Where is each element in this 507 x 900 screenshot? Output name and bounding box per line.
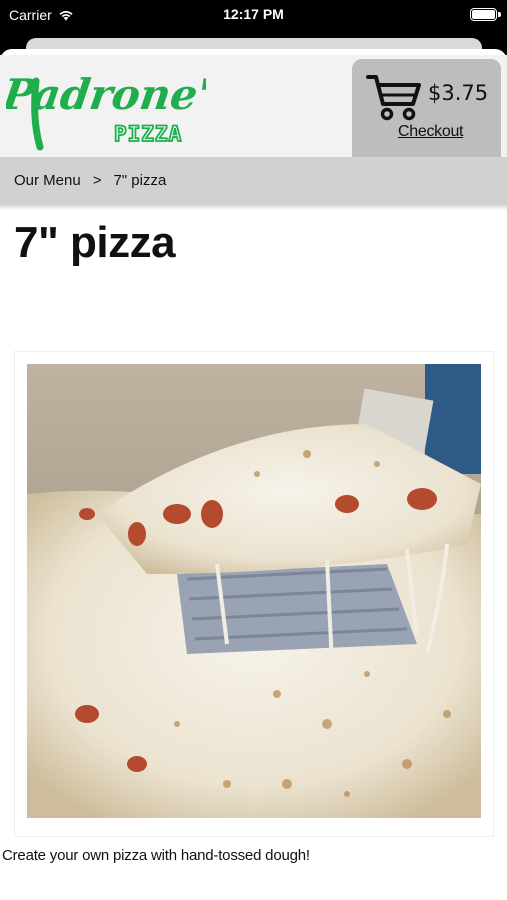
site-header: Padrone's PIZZA $3.75 Checkout — [0, 55, 507, 157]
product-image-frame — [14, 351, 494, 837]
breadcrumb-our-menu[interactable]: Our Menu — [14, 172, 81, 189]
checkout-link[interactable]: Checkout — [398, 123, 464, 141]
product-description: Create your own pizza with hand-tossed d… — [2, 847, 310, 864]
pizza-photo — [27, 364, 481, 818]
shopping-cart-icon[interactable] — [366, 73, 422, 121]
cart-total: $3.75 — [428, 81, 489, 105]
breadcrumb-shadow — [0, 204, 507, 210]
logo-sub-text: PIZZA — [114, 122, 182, 146]
padrones-pizza-logo[interactable]: Padrone's PIZZA — [6, 59, 206, 151]
breadcrumb-separator: > — [92, 172, 102, 189]
page-title: 7" pizza — [14, 218, 176, 267]
breadcrumb-current: 7" pizza — [113, 172, 167, 189]
battery-icon — [470, 8, 497, 21]
status-time: 12:17 PM — [223, 6, 284, 22]
breadcrumb: Our Menu > 7" pizza — [0, 157, 507, 204]
status-bar: Carrier 12:17 PM — [0, 0, 507, 34]
cart-summary[interactable]: $3.75 Checkout — [352, 59, 501, 157]
battery-nub — [498, 12, 501, 17]
